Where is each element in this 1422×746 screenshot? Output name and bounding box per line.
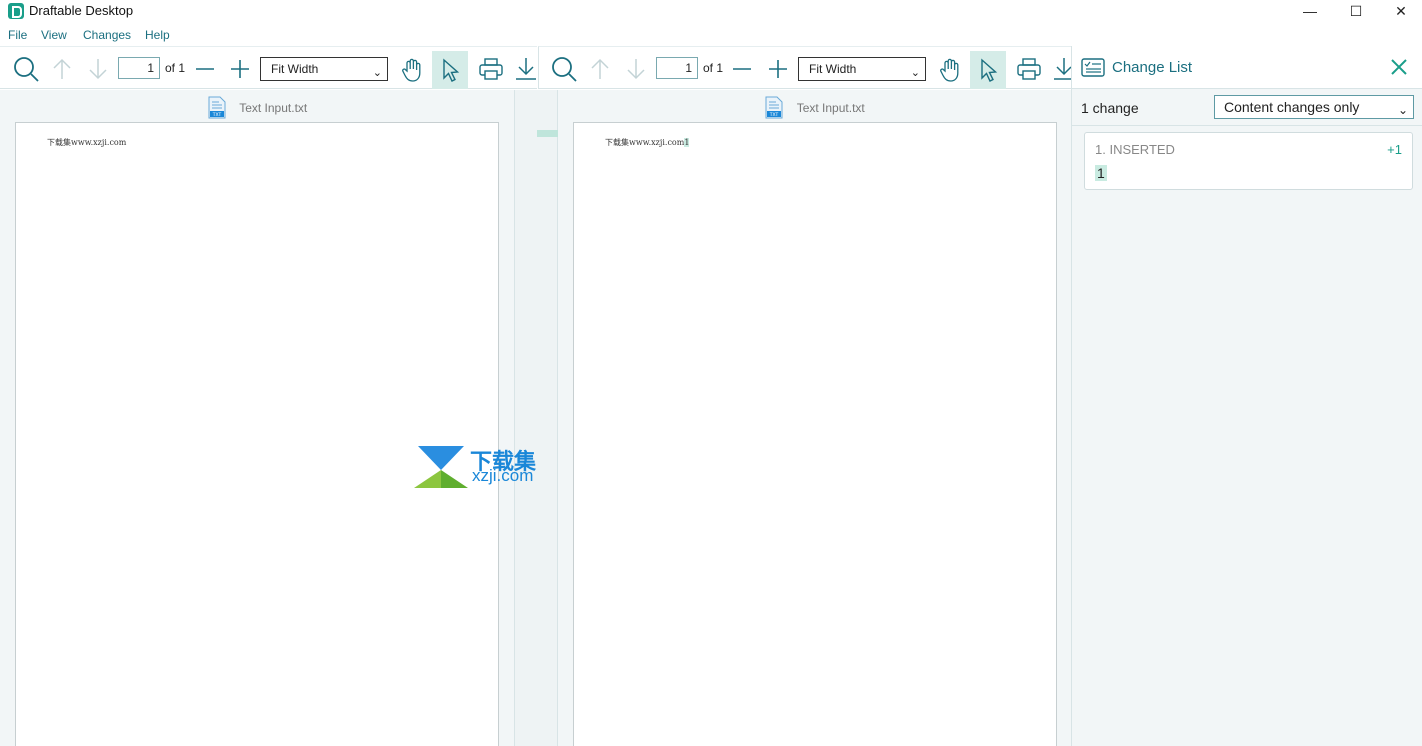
chevron-down-icon: ⌄ bbox=[1397, 103, 1408, 117]
page-count-label: of 1 bbox=[703, 61, 724, 75]
print-icon[interactable] bbox=[477, 55, 505, 83]
menu-file[interactable]: File bbox=[8, 28, 27, 42]
title-bar: Draftable Desktop — ☐ ✕ bbox=[0, 0, 1422, 24]
right-toolbar: 1 of 1 Fit Width ⌄ bbox=[538, 46, 1072, 89]
select-cursor-icon[interactable] bbox=[432, 51, 468, 89]
svg-text:TXT: TXT bbox=[211, 112, 221, 118]
right-file-name: Text Input.txt bbox=[796, 101, 865, 115]
right-page-text-base: 下载集www.xzji.com bbox=[605, 138, 685, 147]
download-icon[interactable] bbox=[1050, 55, 1072, 83]
left-page-text: 下载集www.xzji.com bbox=[47, 138, 127, 147]
txt-file-icon: TXT bbox=[764, 96, 784, 120]
left-file-name: Text Input.txt bbox=[239, 101, 308, 115]
change-list-title: Change List bbox=[1112, 59, 1193, 76]
zoom-select-value: Fit Width bbox=[809, 62, 857, 76]
page-number-input[interactable]: 1 bbox=[656, 57, 698, 79]
change-list-panel: Change List 1 change Content changes onl… bbox=[1071, 46, 1422, 746]
zoom-select-value: Fit Width bbox=[271, 62, 319, 76]
menu-changes[interactable]: Changes bbox=[83, 28, 131, 42]
inserted-text-highlight[interactable]: 1 bbox=[684, 138, 690, 147]
change-type-label: 1. INSERTED bbox=[1095, 142, 1175, 157]
left-document-pane[interactable]: TXT Text Input.txt 下载集www.xzji.com bbox=[0, 90, 514, 746]
chevron-down-icon: ⌄ bbox=[910, 67, 920, 79]
change-card[interactable]: 1. INSERTED +1 1 bbox=[1084, 132, 1413, 190]
right-document-header: TXT Text Input.txt bbox=[558, 96, 1071, 120]
right-document-pane[interactable]: TXT Text Input.txt 下载集www.xzji.com1 bbox=[558, 90, 1071, 746]
zoom-select[interactable]: Fit Width ⌄ bbox=[260, 57, 388, 81]
svg-text:TXT: TXT bbox=[769, 112, 779, 118]
close-icon[interactable] bbox=[1389, 57, 1409, 77]
change-gutter bbox=[514, 90, 559, 746]
zoom-select[interactable]: Fit Width ⌄ bbox=[798, 57, 926, 81]
change-filter-select[interactable]: Content changes only ⌄ bbox=[1214, 95, 1414, 119]
previous-change-arrow-up-icon[interactable] bbox=[586, 55, 614, 83]
change-inserted-text: 1 bbox=[1095, 165, 1107, 181]
change-filter-value: Content changes only bbox=[1224, 99, 1360, 115]
window-title: Draftable Desktop bbox=[29, 3, 134, 18]
zoom-out-minus-icon[interactable] bbox=[728, 55, 756, 83]
watermark-logo: 下载集 xzji.com bbox=[414, 444, 554, 490]
left-toolbar: 1 of 1 Fit Width ⌄ bbox=[0, 46, 537, 89]
minimize-button[interactable]: — bbox=[1287, 0, 1333, 24]
watermark-domain: xzji.com bbox=[472, 466, 534, 485]
change-marker[interactable] bbox=[537, 130, 559, 137]
draftable-logo-icon bbox=[8, 3, 24, 19]
page-count-label: of 1 bbox=[165, 61, 186, 75]
search-icon[interactable] bbox=[12, 55, 40, 83]
search-icon[interactable] bbox=[550, 55, 578, 83]
menu-view[interactable]: View bbox=[41, 28, 67, 42]
right-page-text: 下载集www.xzji.com1 bbox=[605, 137, 690, 148]
zoom-out-minus-icon[interactable] bbox=[191, 55, 219, 83]
change-list-icon bbox=[1081, 58, 1105, 77]
zoom-in-plus-icon[interactable] bbox=[764, 55, 792, 83]
page-number-input[interactable]: 1 bbox=[118, 57, 160, 79]
txt-file-icon: TXT bbox=[207, 96, 227, 120]
zoom-in-plus-icon[interactable] bbox=[226, 55, 254, 83]
watermark-arrow-icon bbox=[414, 446, 468, 488]
menu-help[interactable]: Help bbox=[145, 28, 170, 42]
select-cursor-icon[interactable] bbox=[970, 51, 1006, 89]
hand-pan-icon[interactable] bbox=[937, 55, 965, 83]
next-change-arrow-down-icon[interactable] bbox=[622, 55, 650, 83]
chevron-down-icon: ⌄ bbox=[372, 67, 382, 79]
download-icon[interactable] bbox=[512, 55, 540, 83]
change-list-header: Change List bbox=[1072, 46, 1422, 89]
right-document-page: 下载集www.xzji.com1 bbox=[573, 122, 1057, 746]
close-window-button[interactable]: ✕ bbox=[1378, 0, 1422, 24]
previous-change-arrow-up-icon[interactable] bbox=[48, 55, 76, 83]
change-count: 1 change bbox=[1081, 100, 1139, 116]
print-icon[interactable] bbox=[1015, 55, 1043, 83]
left-document-header: TXT Text Input.txt bbox=[0, 96, 514, 120]
menu-bar: File View Changes Help bbox=[0, 24, 1422, 46]
change-list-toolbar: 1 change Content changes only ⌄ bbox=[1072, 89, 1422, 126]
left-document-page: 下载集www.xzji.com bbox=[15, 122, 499, 746]
maximize-button[interactable]: ☐ bbox=[1333, 0, 1379, 24]
next-change-arrow-down-icon[interactable] bbox=[84, 55, 112, 83]
change-char-count: +1 bbox=[1387, 142, 1402, 157]
hand-pan-icon[interactable] bbox=[399, 55, 427, 83]
